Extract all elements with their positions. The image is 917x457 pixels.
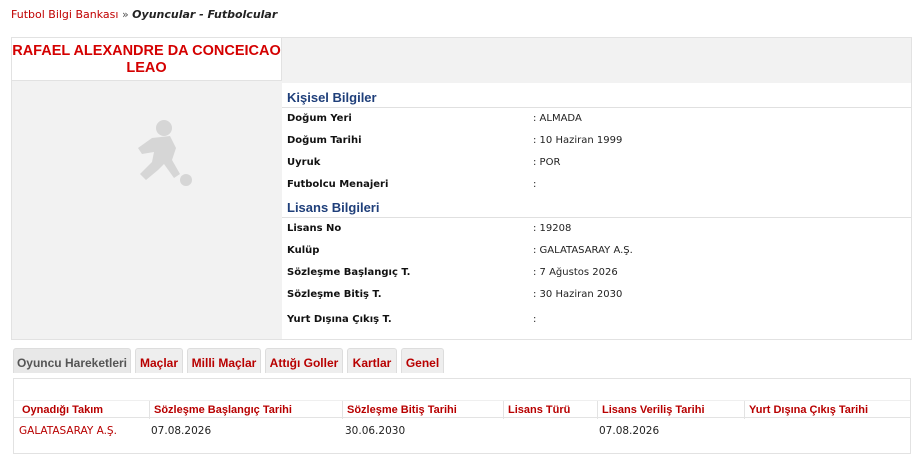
info-label: Doğum Yeri <box>287 113 352 124</box>
info-value: : 30 Haziran 2030 <box>533 289 623 300</box>
info-row-agent: Futbolcu Menajeri : <box>287 179 907 195</box>
tab-player-movements[interactable]: Oyuncu Hareketleri <box>13 348 131 373</box>
breadcrumb-separator: » <box>121 8 129 21</box>
cell-club-link[interactable]: GALATASARAY A.Ş. <box>19 425 117 437</box>
info-value: : ALMADA <box>533 113 582 124</box>
player-name: RAFAEL ALEXANDRE DA CONCEICAO LEAO <box>12 38 281 77</box>
info-value: : POR <box>533 157 561 168</box>
info-label: Lisans No <box>287 223 342 234</box>
table-header: Oynadığı Takım Sözleşme Başlangıç Tarihi… <box>14 400 910 419</box>
player-panel: RAFAEL ALEXANDRE DA CONCEICAO LEAO Kişis… <box>11 37 912 340</box>
info-label: Uyruk <box>287 157 321 168</box>
info-value: : 7 Ağustos 2026 <box>533 267 618 278</box>
tab-general[interactable]: Genel <box>401 348 444 373</box>
tab-goals[interactable]: Attığı Goller <box>265 348 343 373</box>
info-label: Doğum Tarihi <box>287 135 362 146</box>
tab-national-matches[interactable]: Milli Maçlar <box>187 348 261 373</box>
info-row-nationality: Uyruk : POR <box>287 157 907 173</box>
info-row-abroad-date: Yurt Dışına Çıkış T. : <box>287 314 907 330</box>
col-header-license-issued: Lisans Veriliş Tarihi <box>597 401 742 419</box>
tab-matches[interactable]: Maçlar <box>135 348 183 373</box>
col-header-team: Oynadığı Takım <box>22 404 104 416</box>
cell-license-issued: 07.08.2026 <box>599 425 660 437</box>
info-value: : <box>533 314 537 325</box>
player-name-line1: RAFAEL ALEXANDRE DA CONCEICAO <box>12 43 281 59</box>
table-row: GALATASARAY A.Ş. 07.08.2026 30.06.2030 0… <box>14 422 910 440</box>
breadcrumb: Futbol Bilgi Bankası » Oyuncular - Futbo… <box>11 8 277 21</box>
info-row-contract-start: Sözleşme Başlangıç T. : 7 Ağustos 2026 <box>287 267 907 283</box>
player-silhouette-icon <box>102 108 202 198</box>
col-header-contract-start: Sözleşme Başlangıç Tarihi <box>149 401 339 419</box>
player-name-box: RAFAEL ALEXANDRE DA CONCEICAO LEAO <box>12 38 282 81</box>
license-section-title: Lisans Bilgileri <box>287 200 380 215</box>
tab-cards[interactable]: Kartlar <box>347 348 397 373</box>
info-value: : GALATASARAY A.Ş. <box>533 245 633 256</box>
col-header-abroad-date: Yurt Dışına Çıkış Tarihi <box>744 401 904 419</box>
info-value: : 10 Haziran 1999 <box>533 135 623 146</box>
cell-contract-start: 07.08.2026 <box>151 425 212 437</box>
info-label: Yurt Dışına Çıkış T. <box>287 314 392 325</box>
info-value: : 19208 <box>533 223 572 234</box>
info-row-license-no: Lisans No : 19208 <box>287 223 907 239</box>
info-label: Sözleşme Bitiş T. <box>287 289 382 300</box>
breadcrumb-root-link[interactable]: Futbol Bilgi Bankası <box>11 8 118 21</box>
info-value: : <box>533 179 537 190</box>
col-header-contract-end: Sözleşme Bitiş Tarihi <box>342 401 502 419</box>
info-row-contract-end: Sözleşme Bitiş T. : 30 Haziran 2030 <box>287 289 907 305</box>
info-row-birthplace: Doğum Yeri : ALMADA <box>287 113 907 129</box>
info-label: Sözleşme Başlangıç T. <box>287 267 411 278</box>
personal-section-title: Kişisel Bilgiler <box>287 90 377 105</box>
cell-contract-end: 30.06.2030 <box>345 425 406 437</box>
movements-table: Oynadığı Takım Sözleşme Başlangıç Tarihi… <box>13 378 911 454</box>
info-row-club: Kulüp : GALATASARAY A.Ş. <box>287 245 907 261</box>
info-label: Futbolcu Menajeri <box>287 179 389 190</box>
license-section-divider <box>282 217 911 218</box>
personal-section-divider <box>282 107 911 108</box>
player-info: Kişisel Bilgiler Doğum Yeri : ALMADA Doğ… <box>282 83 911 339</box>
info-label: Kulüp <box>287 245 320 256</box>
info-row-birthdate: Doğum Tarihi : 10 Haziran 1999 <box>287 135 907 151</box>
player-name-line2: LEAO <box>126 60 167 76</box>
breadcrumb-current: Oyuncular - Futbolcular <box>132 8 278 21</box>
col-header-license-type: Lisans Türü <box>503 401 595 419</box>
